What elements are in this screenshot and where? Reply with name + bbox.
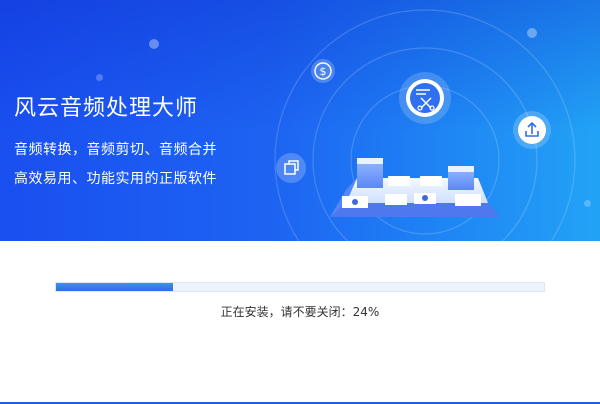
- tagline-features: 音频转换，音频剪切、音频合并: [14, 142, 217, 158]
- upload-icon: [513, 111, 551, 149]
- dollar-icon: $: [311, 59, 335, 83]
- install-progress-bar: [55, 282, 545, 292]
- tagline-slogan: 高效易用、功能实用的正版软件: [14, 171, 217, 187]
- svg-text:$: $: [320, 65, 327, 78]
- header-banner: $ 风云音频处理大师 音频转换，音频剪切、音频合并 高效易用、功能实用的正版软件: [0, 0, 600, 241]
- app-title: 风云音频处理大师: [14, 96, 199, 121]
- cube-platform: [330, 158, 500, 217]
- copy-icon: [276, 153, 306, 183]
- install-status-text: 正在安装，请不要关闭：24%: [220, 305, 380, 319]
- scissors-icon: [399, 72, 451, 124]
- install-progress-fill: [56, 283, 174, 291]
